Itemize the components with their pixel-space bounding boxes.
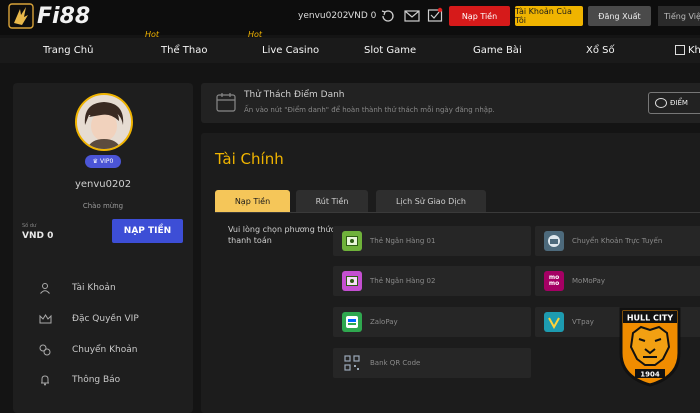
profile-panel: ♛ VIP0 yenvu0202 Chào mừng Số dư VND 0 NẠ… (13, 83, 193, 413)
momo-icon: mo mo (544, 271, 564, 291)
bank-card-icon (342, 231, 362, 251)
logo-text: Fi88 (37, 3, 91, 29)
transfer-icon (38, 343, 52, 357)
vtpay-icon (544, 312, 564, 332)
menu-account-label: Tài Khoản (72, 283, 116, 293)
method-label: MoMoPay (572, 277, 605, 285)
gift-icon (675, 45, 685, 55)
nav-sports[interactable]: Thể Thao (161, 38, 207, 63)
nav-more-label: Kh (688, 45, 700, 56)
user-icon (38, 281, 52, 295)
finance-title: Tài Chính (215, 150, 284, 168)
nav-card-games[interactable]: Game Bài (473, 38, 522, 63)
bell-icon (38, 373, 52, 387)
mail-icon[interactable] (404, 8, 420, 24)
avatar[interactable] (75, 93, 133, 151)
tab-divider (215, 212, 700, 213)
method-label: Bank QR Code (370, 359, 421, 367)
method-label: Chuyển Khoản Trực Tuyến (572, 237, 663, 245)
bank-card-icon (342, 271, 362, 291)
method-label: Thẻ Ngân Hàng 01 (370, 237, 436, 245)
tab-withdraw[interactable]: Rút Tiền (296, 190, 368, 212)
nav-live-casino[interactable]: Live Casino (262, 38, 319, 63)
method-momopay[interactable]: mo mo MoMoPay (535, 266, 700, 296)
language-selector[interactable]: Tiếng Việt (658, 6, 700, 26)
nav-slot-game[interactable]: Slot Game (364, 38, 416, 63)
globe-transfer-icon (544, 231, 564, 251)
menu-transfer-label: Chuyển Khoản (72, 345, 138, 355)
method-label: ZaloPay (370, 318, 398, 326)
site-logo[interactable]: Fi88 (8, 3, 90, 29)
vip-level: VIP0 (100, 158, 114, 165)
checkin-button[interactable]: ĐIỂM (648, 92, 700, 114)
method-bank-qr[interactable]: Bank QR Code (333, 348, 531, 378)
menu-notifications[interactable]: Thông Báo (38, 373, 120, 387)
balance-label: Số dư (22, 223, 37, 229)
welcome-text: Chào mừng (82, 202, 124, 210)
method-label: VTpay (572, 318, 594, 326)
menu-notifications-label: Thông Báo (72, 375, 121, 385)
avatar-portrait (77, 95, 131, 149)
challenge-title: Thử Thách Điểm Danh (244, 90, 345, 100)
badge-year: 1904 (640, 371, 660, 379)
menu-account[interactable]: Tài Khoản (38, 281, 116, 295)
logo-mark-icon (8, 3, 34, 29)
top-bar: Fi88 yenvu0202 VND 0 Nạp Tiền Tài Khoản … (0, 0, 700, 35)
header-deposit-button[interactable]: Nạp Tiền (449, 6, 510, 26)
checkin-button-label: ĐIỂM (670, 99, 688, 107)
profile-username: yenvu0202 (74, 179, 132, 190)
hot-tag-casino: Hot (248, 30, 263, 39)
checkin-challenge-banner: Thử Thách Điểm Danh Ấn vào nút "Điểm dan… (201, 83, 700, 123)
challenge-subtitle: Ấn vào nút "Điểm danh" để hoàn thành thử… (244, 106, 495, 114)
nav-more[interactable]: Kh (675, 38, 700, 63)
method-zalopay[interactable]: ZaloPay (333, 307, 531, 337)
calendar-icon (216, 93, 236, 112)
badge-name: HULL CITY (627, 314, 673, 323)
header-balance: VND 0 (348, 11, 377, 21)
main-nav: Trang Chủ Thể Thao Hot Live Casino Hot S… (0, 30, 700, 63)
method-online-transfer[interactable]: Chuyển Khoản Trực Tuyến (535, 226, 700, 256)
method-bank-card-02[interactable]: Thẻ Ngân Hàng 02 (333, 266, 531, 296)
tab-deposit[interactable]: Nạp Tiền (215, 190, 290, 212)
checkin-calendar-icon[interactable] (427, 7, 443, 23)
qr-code-icon (342, 353, 362, 373)
menu-vip-label: Đặc Quyền VIP (72, 314, 139, 324)
logout-button[interactable]: Đăng Xuất (588, 6, 651, 26)
refresh-icon[interactable] (380, 8, 396, 24)
profile-deposit-button[interactable]: NẠP TIỀN (112, 219, 183, 243)
method-label: Thẻ Ngân Hàng 02 (370, 277, 436, 285)
method-bank-card-01[interactable]: Thẻ Ngân Hàng 01 (333, 226, 531, 256)
balance-value: VND 0 (22, 231, 54, 241)
nav-lottery[interactable]: Xổ Số (586, 38, 615, 63)
tab-transaction-history[interactable]: Lịch Sử Giao Dịch (376, 190, 486, 212)
crown-icon: ♛ (92, 158, 99, 165)
hot-tag-sports: Hot (145, 30, 160, 39)
choose-method-text: Vui lòng chọn phương thức thanh toán (228, 225, 336, 245)
menu-vip[interactable]: Đặc Quyền VIP (38, 312, 139, 326)
coins-icon (655, 98, 667, 108)
header-username: yenvu0202 (298, 11, 349, 21)
my-account-button[interactable]: Tài Khoản Của Tôi (515, 6, 583, 26)
crown-icon (38, 312, 52, 326)
zalopay-icon (342, 312, 362, 332)
nav-home[interactable]: Trang Chủ (43, 38, 93, 63)
menu-transfer[interactable]: Chuyển Khoản (38, 343, 137, 357)
hull-city-badge: HULL CITY 1904 (619, 307, 681, 387)
vip-badge: ♛ VIP0 (85, 155, 121, 168)
